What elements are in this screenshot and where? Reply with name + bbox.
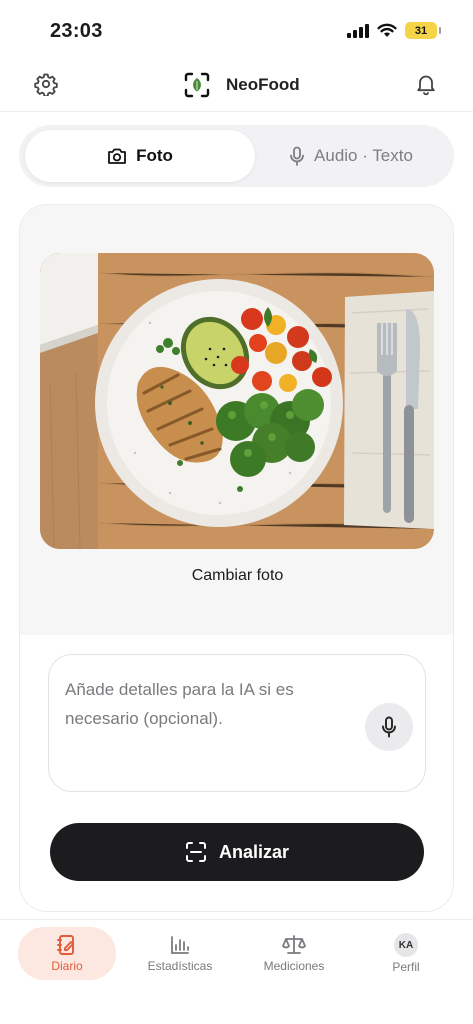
neofood-logo-icon — [184, 72, 210, 98]
voice-input-button[interactable] — [365, 703, 413, 751]
app-title: NeoFood — [226, 75, 300, 94]
battery-level: 31 — [414, 24, 428, 37]
wifi-icon — [377, 23, 397, 37]
photo-analysis-card: Cambiar foto Añade detalles para la IA s… — [19, 204, 454, 912]
gear-icon[interactable] — [33, 71, 59, 97]
tab-photo-label: Foto — [136, 146, 173, 165]
tab-estadisticas-label: Estadísticas — [147, 959, 213, 973]
change-photo-button[interactable]: Cambiar foto — [20, 567, 453, 585]
tab-perfil-label: Perfil — [392, 960, 420, 974]
microphone-icon — [382, 716, 396, 738]
tab-audio-text[interactable]: Audio · Texto — [255, 130, 447, 182]
avatar: KA — [394, 933, 418, 957]
camera-icon — [108, 148, 126, 164]
microphone-icon — [290, 146, 304, 166]
tab-audio-text-label: Audio · Texto — [314, 146, 413, 165]
battery-icon: 31 — [405, 22, 441, 39]
details-placeholder: Añade detalles para la IA si es necesari… — [65, 680, 294, 728]
mode-toggle: Foto Audio · Texto — [19, 125, 454, 187]
brand: NeoFood — [184, 72, 300, 98]
status-icons: 31 — [347, 22, 441, 39]
scale-icon — [282, 935, 306, 954]
tab-mediciones[interactable]: Mediciones — [248, 927, 340, 980]
analyze-label: Analizar — [218, 841, 290, 862]
bell-icon[interactable] — [413, 71, 439, 97]
journal-icon — [57, 935, 74, 955]
tab-photo[interactable]: Foto — [25, 130, 255, 182]
bar-chart-icon — [171, 936, 189, 954]
tab-diario-label: Diario — [51, 959, 83, 973]
scan-icon — [185, 842, 206, 862]
tab-diario[interactable]: Diario — [18, 927, 116, 980]
tab-estadisticas[interactable]: Estadísticas — [134, 927, 226, 980]
status-time: 23:03 — [50, 20, 103, 42]
tab-mediciones-label: Mediciones — [263, 959, 325, 973]
analyze-button[interactable]: Analizar — [50, 823, 424, 881]
cellular-signal-icon — [347, 23, 369, 38]
bottom-tab-bar: Diario Estadísticas Mediciones KA Perfil — [0, 919, 473, 1024]
meal-photo[interactable] — [40, 253, 434, 549]
tab-perfil[interactable]: KA Perfil — [366, 927, 446, 980]
photo-zone: Cambiar foto — [20, 205, 453, 635]
app-header: NeoFood — [0, 58, 473, 112]
status-bar: 23:03 31 — [0, 0, 473, 58]
details-input[interactable]: Añade detalles para la IA si es necesari… — [48, 654, 426, 792]
